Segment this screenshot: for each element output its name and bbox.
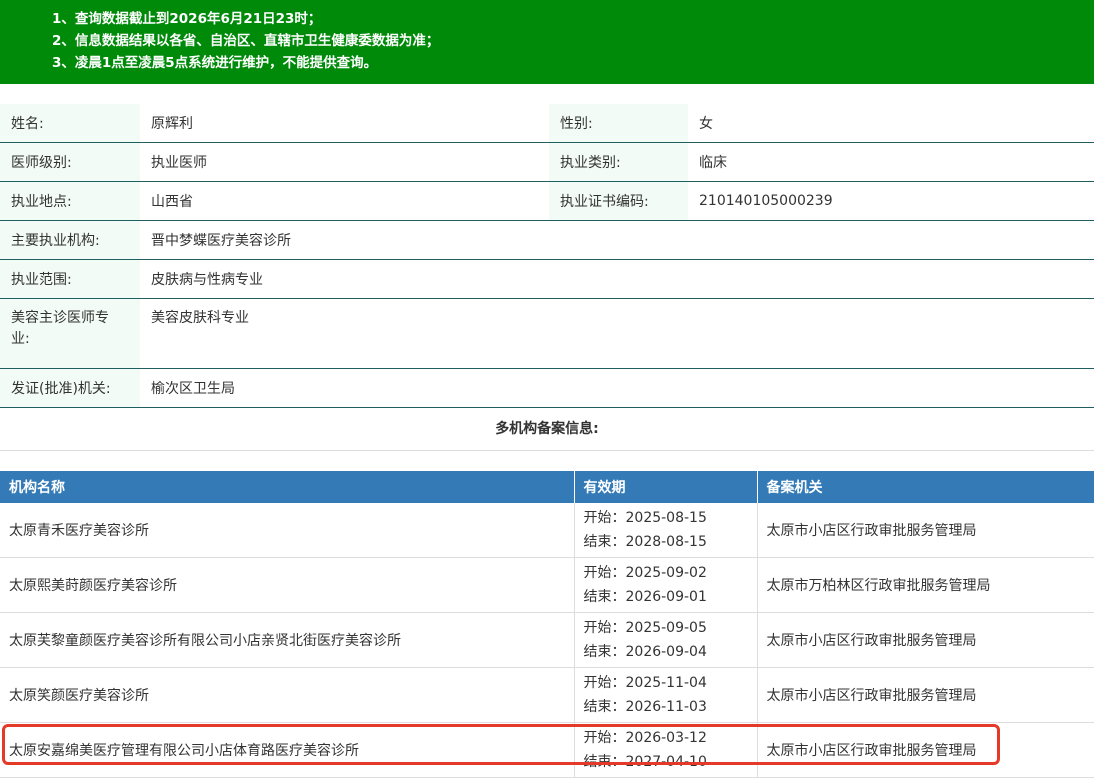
org-name-header: 机构名称 — [0, 471, 575, 503]
type-value: 临床 — [688, 142, 1094, 182]
authority: 太原市小店区行政审批服务管理局 — [757, 667, 1094, 723]
scope-value: 皮肤病与性病专业 — [140, 259, 1094, 299]
gender-value: 女 — [688, 104, 1094, 143]
validity-end: 结束：2027-04-10 — [583, 754, 707, 770]
table-row: 太原青禾医疗美容诊所 开始：2025-08-15 结束：2028-08-15 太… — [0, 503, 1094, 558]
main-org-label: 主要执业机构: — [0, 220, 140, 260]
validity-start: 开始：2025-09-05 — [583, 620, 707, 636]
cosmetic-value: 美容皮肤科专业 — [140, 298, 1094, 369]
org-name: 太原安嘉绵美医疗管理有限公司小店体育路医疗美容诊所 — [0, 722, 575, 778]
table-row: 太原熙美莳颜医疗美容诊所 开始：2025-09-02 结束：2026-09-01… — [0, 557, 1094, 613]
name-value: 原辉利 — [140, 104, 549, 143]
authority: 太原市万柏林区行政审批服务管理局 — [757, 557, 1094, 613]
location-label: 执业地点: — [0, 181, 140, 221]
notice-banner: 1、查询数据截止到2026年6月21日23时； 2、信息数据结果以各省、自治区、… — [0, 0, 1094, 84]
org-name: 太原笑颜医疗美容诊所 — [0, 667, 575, 723]
org-name: 太原青禾医疗美容诊所 — [0, 503, 575, 558]
type-label: 执业类别: — [549, 142, 688, 182]
validity: 开始：2025-11-04 结束：2026-11-03 — [574, 667, 758, 723]
validity-header: 有效期 — [574, 471, 758, 503]
cert-label: 执业证书编码: — [549, 181, 688, 221]
location-value: 山西省 — [140, 181, 549, 221]
level-label: 医师级别: — [0, 142, 140, 182]
authority-header: 备案机关 — [757, 471, 1094, 503]
issuer-label: 发证(批准)机关: — [0, 368, 140, 408]
validity-start: 开始：2025-11-04 — [583, 675, 707, 691]
validity-start: 开始：2026-03-12 — [583, 730, 707, 746]
org-name: 太原熙美莳颜医疗美容诊所 — [0, 557, 575, 613]
validity-start: 开始：2025-08-15 — [583, 510, 707, 526]
notice-line-1: 1、查询数据截止到2026年6月21日23时； — [52, 11, 322, 27]
cert-value: 210140105000239 — [688, 181, 1094, 221]
org-table: 机构名称 有效期 备案机关 太原青禾医疗美容诊所 开始：2025-08-15 结… — [0, 471, 1094, 778]
name-label: 姓名: — [0, 104, 140, 143]
org-name: 太原芙黎童颜医疗美容诊所有限公司小店亲贤北街医疗美容诊所 — [0, 612, 575, 668]
validity-end: 结束：2028-08-15 — [583, 534, 707, 550]
scope-label: 执业范围: — [0, 259, 140, 299]
level-value: 执业医师 — [140, 142, 549, 182]
validity-end: 结束：2026-11-03 — [583, 699, 707, 715]
multi-org-title: 多机构备案信息: — [0, 408, 1094, 451]
validity: 开始：2025-09-02 结束：2026-09-01 — [574, 557, 758, 613]
validity-end: 结束：2026-09-01 — [583, 589, 707, 605]
notice-line-3: 3、凌晨1点至凌晨5点系统进行维护，不能提供查询。 — [52, 55, 378, 71]
validity-start: 开始：2025-09-02 — [583, 565, 707, 581]
issuer-value: 榆次区卫生局 — [140, 368, 1094, 408]
gender-label: 性别: — [549, 104, 688, 143]
validity: 开始：2025-08-15 结束：2028-08-15 — [574, 503, 758, 558]
main-org-value: 晋中梦蝶医疗美容诊所 — [140, 220, 1094, 260]
authority: 太原市小店区行政审批服务管理局 — [757, 612, 1094, 668]
validity: 开始：2025-09-05 结束：2026-09-04 — [574, 612, 758, 668]
authority: 太原市小店区行政审批服务管理局 — [757, 722, 1094, 778]
doctor-info-table: 姓名: 原辉利 性别: 女 医师级别: 执业医师 执业类别: 临床 执业地点: … — [0, 104, 1094, 408]
notice-line-2: 2、信息数据结果以各省、自治区、直辖市卫生健康委数据为准； — [52, 33, 440, 49]
cosmetic-label: 美容主诊医师专业: — [0, 298, 140, 369]
validity-end: 结束：2026-09-04 — [583, 644, 707, 660]
table-row: 太原笑颜医疗美容诊所 开始：2025-11-04 结束：2026-11-03 太… — [0, 667, 1094, 723]
table-row: 太原安嘉绵美医疗管理有限公司小店体育路医疗美容诊所 开始：2026-03-12 … — [0, 722, 1094, 778]
authority: 太原市小店区行政审批服务管理局 — [757, 503, 1094, 558]
validity: 开始：2026-03-12 结束：2027-04-10 — [574, 722, 758, 778]
table-row: 太原芙黎童颜医疗美容诊所有限公司小店亲贤北街医疗美容诊所 开始：2025-09-… — [0, 612, 1094, 668]
